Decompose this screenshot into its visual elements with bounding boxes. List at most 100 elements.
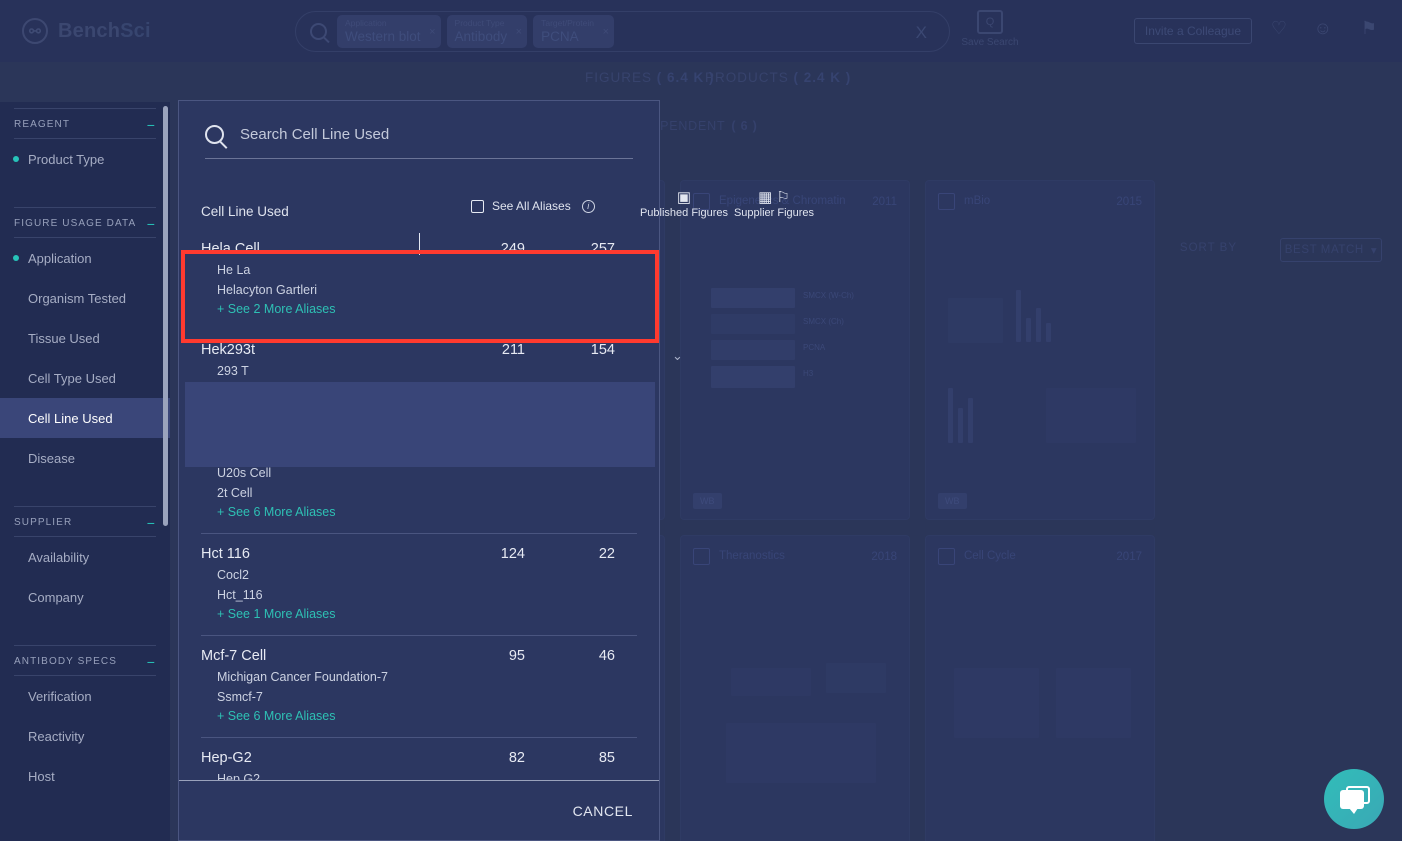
sidebar-item-application[interactable]: Application	[0, 238, 170, 278]
info-icon[interactable]: i	[582, 200, 595, 213]
sidebar-group-header[interactable]: FIGURE USAGE DATA −	[14, 207, 156, 238]
blot-label: SMCX (Ch)	[803, 317, 844, 326]
close-icon[interactable]: ×	[429, 26, 435, 38]
save-search-button[interactable]: Q Save Search	[955, 10, 1025, 48]
brand-logo[interactable]: ⚯ BenchSci	[22, 18, 151, 44]
sidebar-item-verification[interactable]: Verification	[0, 676, 170, 716]
see-more-aliases-link[interactable]: + See 6 More Aliases	[217, 709, 637, 723]
modal-footer: CANCEL	[179, 780, 659, 840]
supplier-figures-count: 46	[555, 648, 615, 664]
journal-name: Theranostics	[719, 550, 862, 563]
sidebar-item-label: Product Type	[28, 152, 104, 167]
sidebar-group-reagent: REAGENT − Product Type	[0, 108, 170, 179]
dna-circle-icon: ⚯	[22, 18, 48, 44]
publication-year: 2018	[871, 551, 897, 563]
list-item[interactable]: Mcf-7 Cell Michigan Cancer Foundation-7 …	[201, 636, 637, 738]
sort-descending-chevron-icon[interactable]: ⌄	[672, 348, 683, 364]
figure-card[interactable]: Cell Cycle 2017 WB	[925, 535, 1155, 841]
supplier-figures-icon: ▦ ⚐	[709, 188, 839, 204]
sidebar-item-organism-tested[interactable]: Organism Tested	[0, 278, 170, 318]
see-more-aliases-link[interactable]: + See 2 More Aliases	[217, 302, 637, 316]
sidebar-item-disease[interactable]: Disease	[0, 438, 170, 478]
sidebar-item-tissue-used[interactable]: Tissue Used	[0, 318, 170, 358]
figure-thumbnail	[936, 228, 1144, 468]
application-badge: WB	[693, 493, 722, 509]
sidebar-item-availability[interactable]: Availability	[0, 537, 170, 577]
sidebar-group-antibody-specs: ANTIBODY SPECS − Verification Reactivity…	[0, 645, 170, 796]
column-supplier-figures[interactable]: ▦ ⚐ Supplier Figures	[709, 188, 839, 219]
tab-figures[interactable]: FIGURES ( 6.4 K )	[585, 70, 715, 85]
sidebar-item-label: Organism Tested	[28, 291, 126, 306]
clear-search-button[interactable]: X	[916, 23, 927, 43]
published-figures-count: 95	[465, 648, 525, 664]
sidebar-group-header[interactable]: SUPPLIER −	[14, 506, 156, 537]
see-more-aliases-link[interactable]: + See 1 More Aliases	[217, 607, 637, 621]
sidebar-item-host[interactable]: Host	[0, 756, 170, 796]
see-all-aliases-checkbox[interactable]	[471, 200, 484, 213]
see-more-aliases-link[interactable]: + See 6 More Aliases	[217, 505, 637, 519]
app-root: ⚯ BenchSci Application Western blot × Pr…	[0, 0, 1402, 841]
result-tabs: FIGURES ( 6.4 K ) PRODUCTS ( 2.4 K )	[0, 70, 1402, 102]
close-icon[interactable]: ×	[516, 26, 522, 38]
chip-value: PCNA	[541, 29, 594, 44]
filter-chip-application[interactable]: Application Western blot ×	[337, 15, 441, 48]
tab-products[interactable]: PRODUCTS ( 2.4 K )	[705, 70, 851, 85]
minus-icon[interactable]: −	[147, 121, 156, 129]
list-item[interactable]: Hep-G2 Hep G2 82 85	[201, 738, 637, 780]
list-item[interactable]: Hct 116 Cocl2 Hct_116 + See 1 More Alias…	[201, 534, 637, 636]
minus-icon[interactable]: −	[147, 658, 156, 666]
cell-line-alias: He La	[217, 263, 637, 277]
search-icon	[310, 23, 327, 40]
search-input[interactable]	[240, 126, 633, 143]
chat-bubble-icon[interactable]	[1324, 769, 1384, 829]
spacer	[0, 179, 170, 201]
cell-line-used-filter-modal: Cell Line Used See All Aliases i ▣ Publi…	[178, 100, 660, 841]
sidebar-scrollbar[interactable]	[163, 106, 168, 526]
supplier-figures-count: 154	[555, 342, 615, 358]
invite-colleague-button[interactable]: Invite a Colleague	[1134, 18, 1252, 44]
sidebar-item-product-type[interactable]: Product Type	[0, 139, 170, 179]
see-all-aliases-label: See All Aliases	[492, 199, 571, 213]
notifications-bell-icon[interactable]: ⚑	[1361, 18, 1377, 39]
figure-card[interactable]: Epigenetics & Chromatin 2011 SMCX (W-Ch)…	[680, 180, 910, 520]
filter-chip-product-type[interactable]: Product Type Antibody ×	[447, 15, 528, 48]
sidebar-group-header[interactable]: ANTIBODY SPECS −	[14, 645, 156, 676]
sidebar-item-cell-line-used[interactable]: Cell Line Used	[0, 398, 170, 438]
sidebar-item-label: Company	[28, 590, 84, 605]
published-figures-count: 124	[465, 546, 525, 562]
sidebar-group-header[interactable]: REAGENT −	[14, 108, 156, 139]
figure-card[interactable]: Theranostics 2018 WB	[680, 535, 910, 841]
sidebar-group-title: FIGURE USAGE DATA	[14, 218, 136, 229]
sidebar-item-label: Verification	[28, 689, 92, 704]
sidebar-item-cell-type-used[interactable]: Cell Type Used	[0, 358, 170, 398]
figure-card[interactable]: mBio 2015 WB	[925, 180, 1155, 520]
minus-icon[interactable]: −	[147, 220, 156, 228]
figure-thumbnail: SMCX (W-Ch) SMCX (Ch) PCNA H3	[691, 228, 899, 468]
cancel-button[interactable]: CANCEL	[573, 803, 633, 819]
published-figures-count: 211	[465, 342, 525, 358]
sidebar-item-label: Tissue Used	[28, 331, 100, 346]
cell-line-alias: Ssmcf-7	[217, 690, 637, 704]
brand-name: BenchSci	[58, 20, 151, 43]
sidebar-group-supplier: SUPPLIER − Availability Company	[0, 506, 170, 617]
cell-line-alias: Hep G2	[217, 772, 637, 780]
sidebar-item-company[interactable]: Company	[0, 577, 170, 617]
account-icon[interactable]: ☺	[1314, 18, 1332, 39]
list-item[interactable]: Hela Cell He La Helacyton Gartleri + See…	[201, 229, 637, 330]
minus-icon[interactable]: −	[147, 519, 156, 527]
active-filter-dot	[13, 156, 19, 162]
publication-year: 2011	[872, 196, 897, 208]
global-search-bar[interactable]: Application Western blot × Product Type …	[295, 11, 950, 52]
blot-label: PCNA	[803, 343, 825, 352]
supplier-figures-count: 22	[555, 546, 615, 562]
save-search-label: Save Search	[955, 37, 1025, 48]
application-badge: WB	[938, 493, 967, 509]
saved-figures-icon[interactable]: ♡	[1271, 18, 1287, 39]
filters-sidebar: REAGENT − Product Type FIGURE USAGE DATA…	[0, 102, 170, 841]
modal-search-row[interactable]	[205, 125, 633, 159]
active-filter-dot	[13, 255, 19, 261]
sidebar-item-reactivity[interactable]: Reactivity	[0, 716, 170, 756]
blot-label: H3	[803, 369, 813, 378]
close-icon[interactable]: ×	[603, 26, 609, 38]
filter-chip-target-protein[interactable]: Target/Protein PCNA ×	[533, 15, 614, 48]
